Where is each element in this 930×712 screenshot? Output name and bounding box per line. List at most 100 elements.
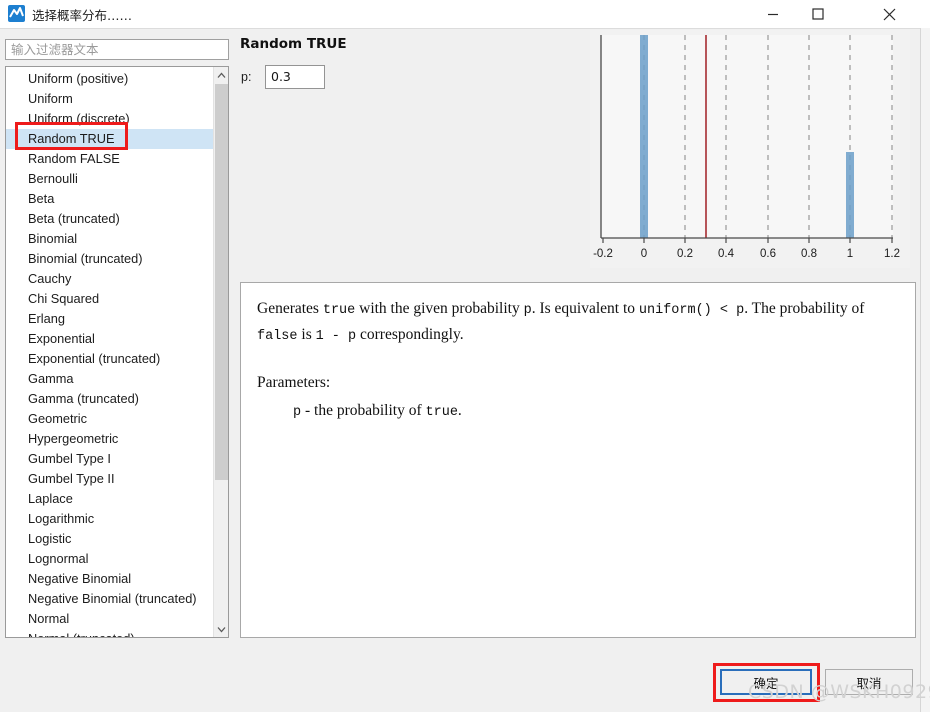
page-title: Random TRUE (240, 36, 347, 52)
list-item[interactable]: Gamma (6, 369, 213, 389)
list-item-label: Exponential (truncated) (28, 351, 161, 366)
param-text-1: - the probability of (301, 402, 426, 419)
list-item[interactable]: Geometric (6, 409, 213, 429)
list-item-label: Uniform (discrete) (28, 111, 130, 126)
list-item[interactable]: Negative Binomial (6, 569, 213, 589)
list-item[interactable]: Random TRUE (6, 129, 213, 149)
list-item[interactable]: Uniform (6, 89, 213, 109)
window-title: 选择概率分布…… (32, 8, 133, 23)
desc-code-oneminusp: 1 - p (315, 329, 357, 344)
list-item-label: Chi Squared (28, 291, 100, 306)
list-item-label: Lognormal (28, 551, 89, 566)
list-item-label: Beta (truncated) (28, 211, 120, 226)
probability-input[interactable]: 0.3 (265, 65, 325, 89)
desc-text-2: with the given probability (355, 300, 524, 317)
list-item[interactable]: Gumbel Type II (6, 469, 213, 489)
list-item[interactable]: Uniform (discrete) (6, 109, 213, 129)
list-item-label: Logistic (28, 531, 72, 546)
list-item[interactable]: Bernoulli (6, 169, 213, 189)
distribution-list-items: Uniform (positive) Uniform Uniform (discre… (6, 69, 213, 637)
list-item-label: Uniform (28, 91, 73, 106)
list-item-label: Laplace (28, 491, 73, 506)
description-panel: Generates true with the given probabilit… (240, 282, 916, 638)
list-item[interactable]: Random FALSE (6, 149, 213, 169)
list-item[interactable]: Exponential (truncated) (6, 349, 213, 369)
ok-button[interactable]: 确定 (720, 669, 812, 695)
scrollbar-thumb[interactable] (215, 84, 228, 480)
parameter-label: p: (241, 70, 252, 84)
list-item-label: Normal (truncated) (28, 631, 135, 637)
desc-text-3: . Is equivalent to (531, 300, 639, 317)
list-item-label: Gamma (28, 371, 74, 386)
desc-code-false: false (257, 329, 298, 344)
filter-input[interactable]: 输入过滤器文本 (5, 39, 229, 60)
title-bar: 选择概率分布…… (0, 0, 930, 29)
list-item[interactable]: Uniform (positive) (6, 69, 213, 89)
list-item[interactable]: Exponential (6, 329, 213, 349)
parameter-description: p - the probability of true. (293, 399, 899, 425)
list-item[interactable]: Binomial (truncated) (6, 249, 213, 269)
list-item-label: Negative Binomial (truncated) (28, 591, 197, 606)
param-code-p: p (293, 405, 302, 420)
desc-text-6: correspondingly. (356, 326, 464, 343)
list-item[interactable]: Gamma (truncated) (6, 389, 213, 409)
list-item-label: Normal (28, 611, 70, 626)
list-item-label: Random TRUE (28, 131, 115, 146)
list-item-label: Exponential (28, 331, 95, 346)
distribution-list[interactable]: Uniform (positive) Uniform Uniform (discre… (5, 66, 229, 638)
list-item[interactable]: Binomial (6, 229, 213, 249)
list-item-label: Cauchy (28, 271, 72, 286)
desc-text-4: . The probability of (744, 300, 865, 317)
list-scrollbar[interactable] (213, 67, 228, 637)
app-chart-icon (8, 5, 25, 22)
list-item-label: Binomial (28, 231, 78, 246)
xtick-2: 0.2 (677, 248, 693, 260)
distribution-chooser-dialog: 选择概率分布…… 输入过滤器文本 Uniform (positive) Unifo… (0, 0, 930, 712)
param-code-true: true (425, 405, 458, 420)
scroll-up-arrow-icon[interactable] (214, 67, 228, 83)
xtick-3: 0.4 (718, 248, 735, 260)
cancel-button[interactable]: 取消 (825, 669, 913, 695)
scroll-down-arrow-icon[interactable] (214, 621, 228, 637)
close-icon[interactable] (867, 0, 912, 28)
desc-text-5: is (297, 326, 316, 343)
distribution-preview-chart: -0.2 0 0.2 0.4 0.6 0.8 1 1.2 (590, 30, 910, 268)
list-item-label: Logarithmic (28, 511, 95, 526)
xtick-7: 1.2 (884, 248, 900, 260)
list-item[interactable]: Normal (truncated) (6, 629, 213, 637)
list-item-label: Random FALSE (28, 151, 120, 166)
xtick-4: 0.6 (760, 248, 776, 260)
list-item[interactable]: Lognormal (6, 549, 213, 569)
list-item[interactable]: Logarithmic (6, 509, 213, 529)
list-item[interactable]: Hypergeometric (6, 429, 213, 449)
window-scrollbar[interactable] (920, 28, 930, 712)
list-item[interactable]: Beta (6, 189, 213, 209)
list-item[interactable]: Negative Binomial (truncated) (6, 589, 213, 609)
list-item[interactable]: Logistic (6, 529, 213, 549)
list-item-label: Beta (28, 191, 55, 206)
xtick-6: 1 (847, 248, 853, 260)
list-item[interactable]: Erlang (6, 309, 213, 329)
desc-code-uniform: uniform() < p (638, 303, 745, 318)
xtick-5: 0.8 (801, 248, 817, 260)
list-item[interactable]: Cauchy (6, 269, 213, 289)
list-item[interactable]: Normal (6, 609, 213, 629)
bar-true (846, 152, 854, 238)
desc-text-1: Generates (257, 300, 323, 317)
xtick-0: -0.2 (593, 248, 613, 260)
list-item-label: Uniform (positive) (28, 71, 129, 86)
desc-code-true: true (322, 303, 356, 318)
list-item-label: Binomial (truncated) (28, 251, 143, 266)
bar-false (640, 35, 648, 238)
list-item[interactable]: Chi Squared (6, 289, 213, 309)
maximize-icon[interactable] (795, 0, 840, 28)
minimize-icon[interactable] (750, 0, 795, 28)
desc-code-p: p (523, 303, 532, 318)
description-paragraph: Generates true with the given probabilit… (257, 297, 899, 349)
param-text-2: . (457, 402, 462, 419)
list-item-label: Bernoulli (28, 171, 78, 186)
list-item[interactable]: Beta (truncated) (6, 209, 213, 229)
list-item[interactable]: Gumbel Type I (6, 449, 213, 469)
list-item[interactable]: Laplace (6, 489, 213, 509)
xtick-1: 0 (641, 248, 647, 260)
